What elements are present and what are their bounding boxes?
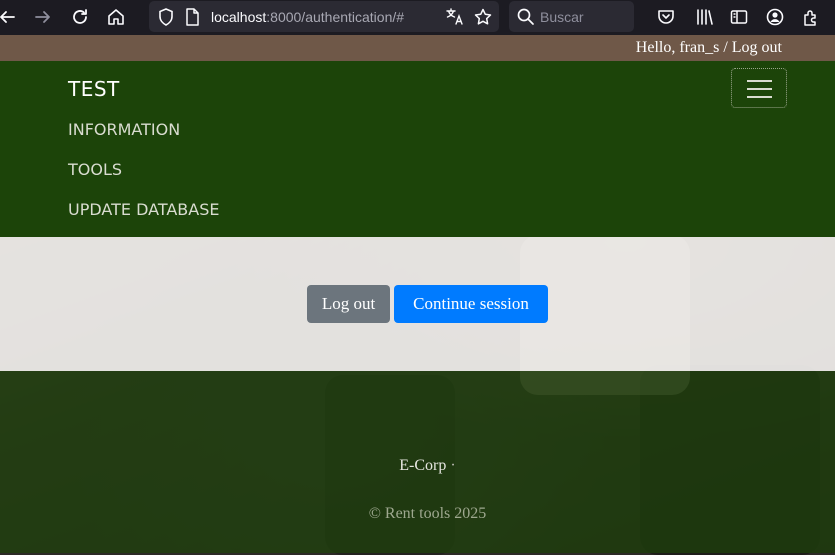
browser-toolbar: localhost:8000/authentication/# Buscar — [0, 0, 835, 35]
footer: E-Corp · © Rent tools 2025 — [0, 371, 835, 553]
nav-link-tools[interactable]: TOOLS — [68, 160, 122, 179]
back-arrow-icon[interactable] — [0, 7, 17, 27]
translate-icon[interactable] — [445, 7, 465, 27]
search-bar[interactable]: Buscar — [509, 1, 634, 32]
url-bar[interactable]: localhost:8000/authentication/# — [149, 1, 499, 32]
greeting-text[interactable]: Hello, fran_s / Log out — [636, 39, 782, 57]
forward-arrow-icon[interactable] — [33, 7, 53, 27]
session-panel: Log out Continue session — [0, 237, 835, 371]
shield-icon[interactable] — [156, 7, 176, 27]
url-text[interactable]: localhost:8000/authentication/# — [211, 9, 404, 25]
continue-session-button[interactable]: Continue session — [394, 285, 548, 323]
pocket-icon[interactable] — [656, 7, 676, 27]
page-icon[interactable] — [182, 7, 202, 27]
extensions-icon[interactable] — [801, 7, 821, 27]
nav-link-information[interactable]: INFORMATION — [68, 120, 180, 139]
logout-button[interactable]: Log out — [307, 285, 390, 323]
hamburger-icon-bar — [747, 88, 772, 90]
search-icon — [516, 7, 536, 27]
nav-link-update-database[interactable]: UPDATE DATABASE — [68, 200, 219, 219]
url-host: localhost — [211, 9, 267, 25]
home-icon[interactable] — [106, 7, 126, 27]
footer-company[interactable]: E-Corp — [399, 457, 446, 474]
bookmark-star-icon[interactable] — [473, 7, 493, 27]
footer-separator: · — [450, 457, 456, 474]
navbar: TEST INFORMATION TOOLS UPDATE DATABASE — [0, 61, 835, 237]
navbar-brand[interactable]: TEST — [68, 77, 120, 101]
reload-icon[interactable] — [70, 7, 90, 27]
hamburger-icon-bar — [747, 96, 772, 98]
footer-company-line: E-Corp · — [0, 457, 835, 475]
hamburger-icon-bar — [747, 80, 772, 82]
url-path: :8000/authentication/# — [266, 9, 405, 25]
account-icon[interactable] — [765, 7, 785, 27]
user-strip: Hello, fran_s / Log out — [0, 35, 835, 61]
footer-copyright: © Rent tools 2025 — [368, 505, 487, 522]
library-icon[interactable] — [695, 7, 715, 27]
navbar-toggler-button[interactable] — [731, 68, 787, 108]
sidebar-icon[interactable] — [729, 7, 749, 27]
search-placeholder: Buscar — [540, 9, 584, 25]
